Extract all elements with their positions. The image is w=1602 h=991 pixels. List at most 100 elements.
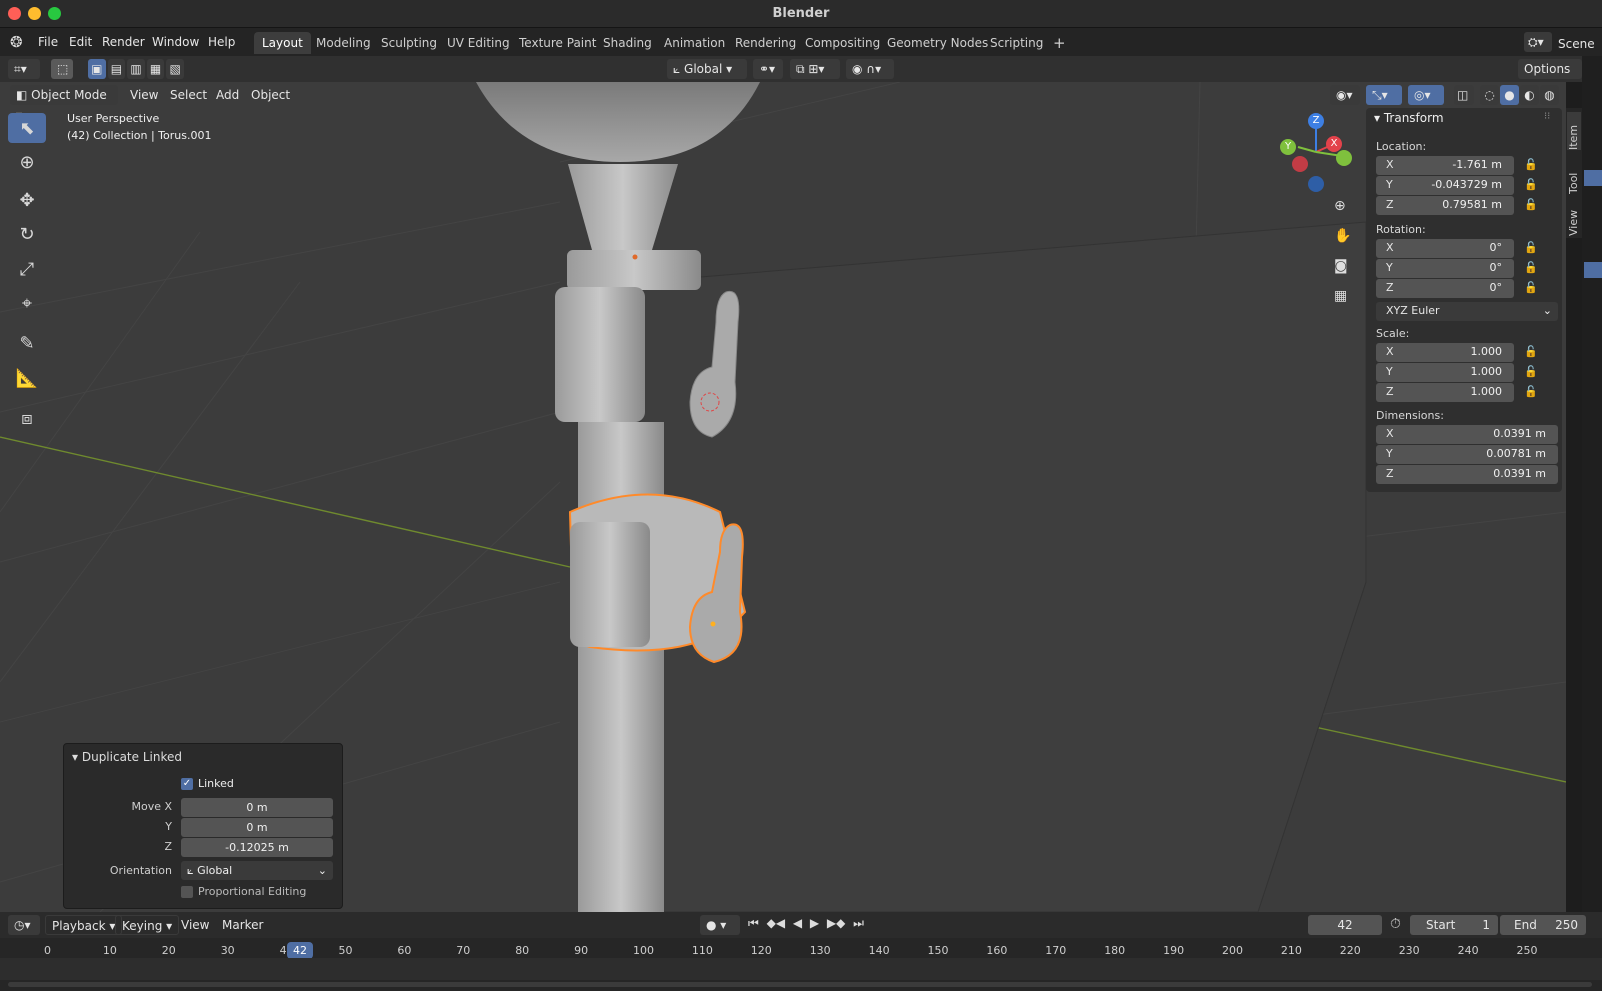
wireframe-shading-icon[interactable]: ◌ [1480,85,1499,105]
tab-geometry-nodes[interactable]: Geometry Nodes [879,32,996,54]
scene-label[interactable]: Scene [1558,37,1595,51]
marker-menu[interactable]: Marker [216,915,269,935]
cursor-icon[interactable]: ⊕ [8,147,46,177]
rotate-icon[interactable]: ↻ [8,219,46,249]
tab-view[interactable]: View [1567,200,1581,236]
scene-selector-icon[interactable]: ⛭▾ [1524,32,1552,52]
location-z-field[interactable]: Z 0.79581 m [1376,196,1514,215]
zoom-icon[interactable]: ⊕ [1334,198,1346,214]
lock-icon[interactable]: 🔓 [1524,261,1538,274]
menu-render[interactable]: Render [96,33,151,51]
blender-logo-icon[interactable]: ❂ [10,33,28,51]
header-add-menu[interactable]: Add [210,85,245,105]
orientation-dropdown[interactable]: ⟀ Global ⌄ [181,861,333,880]
proportional-editing-checkbox[interactable] [181,886,193,898]
menu-edit[interactable]: Edit [63,33,98,51]
redo-panel-header[interactable]: ▾ Duplicate Linked [72,750,182,764]
pan-hand-icon[interactable]: ✋ [1334,228,1351,244]
panel-grip-icon[interactable]: ⁝⁝ [1544,111,1550,122]
scale-x-field[interactable]: X 1.000 [1376,343,1514,362]
object-mode-dropdown[interactable]: ◧ Object Mode ▾ [10,85,118,122]
lock-icon[interactable]: 🔓 [1524,158,1538,171]
tab-scripting[interactable]: Scripting [982,32,1051,54]
pivot-point-icon[interactable]: ⚭▾ [753,59,783,79]
gizmo-z-icon[interactable]: Z [1308,113,1324,129]
tab-layout[interactable]: Layout [254,32,311,54]
lock-icon[interactable]: 🔓 [1524,178,1538,191]
lock-icon[interactable]: 🔓 [1524,385,1538,398]
move-z-field[interactable]: -0.12025 m [181,838,333,857]
select-subtract-icon[interactable]: ▥ [127,59,145,79]
play-icon[interactable]: ▶ [810,916,819,934]
transform-icon[interactable]: ⌖ [8,288,46,318]
next-keyframe-icon[interactable]: ▶◆ [827,916,845,934]
lock-icon[interactable]: 🔓 [1524,365,1538,378]
rendered-shading-icon[interactable]: ◍ [1540,85,1559,105]
gizmo-z-neg-icon[interactable] [1308,176,1324,192]
annotate-icon[interactable]: ✎ [8,328,46,358]
location-x-field[interactable]: X -1.761 m [1376,156,1514,175]
navigation-gizmo[interactable]: Z X Y [1278,112,1358,192]
tab-tool[interactable]: Tool [1567,158,1581,194]
menu-window[interactable]: Window [146,33,205,51]
tab-shading[interactable]: Shading [595,32,660,54]
rotation-mode-dropdown[interactable]: XYZ Euler ⌄ [1376,302,1558,321]
dimensions-x-field[interactable]: X 0.0391 m [1376,425,1558,444]
properties-tab-icon[interactable] [1584,262,1602,278]
menu-file[interactable]: File [32,33,64,51]
rotation-y-field[interactable]: Y 0° [1376,259,1514,278]
scale-z-field[interactable]: Z 1.000 [1376,383,1514,402]
add-workspace-icon[interactable]: + [1045,32,1074,54]
ortho-grid-icon[interactable]: ▦ [1334,288,1347,304]
menu-help[interactable]: Help [202,33,241,51]
select-extend-icon[interactable]: ▤ [107,59,126,79]
options-dropdown[interactable]: Options ▾ [1518,59,1582,96]
tab-compositing[interactable]: Compositing [797,32,888,54]
move-icon[interactable]: ✥ [8,185,46,215]
select-new-icon[interactable]: ▣ [88,59,106,79]
play-reverse-icon[interactable]: ◀ [793,916,802,934]
header-object-menu[interactable]: Object [245,85,296,105]
timeline-track[interactable] [0,958,1602,980]
scale-icon[interactable]: ⤢ [8,254,46,284]
playback-menu[interactable]: Playback ▾ [45,915,123,935]
transform-header[interactable]: ▾ Transform [1374,111,1444,125]
header-view-menu[interactable]: View [124,85,164,105]
solid-shading-icon[interactable]: ● [1500,85,1519,105]
timeline[interactable]: 0102030405060708090100110120130140150160… [0,938,1602,991]
select-tool-icon[interactable]: ⬚ [51,59,73,79]
tab-animation[interactable]: Animation [656,32,733,54]
measure-icon[interactable]: 📐 [8,363,46,393]
move-x-field[interactable]: 0 m [181,798,333,817]
tab-sculpting[interactable]: Sculpting [373,32,445,54]
select-invert-icon[interactable]: ▦ [146,59,165,79]
current-frame-field[interactable]: 42 [1308,915,1382,935]
proportional-editing-icon[interactable]: ◉ ∩▾ [846,59,894,79]
prev-keyframe-icon[interactable]: ◆◀ [767,916,785,934]
select-box-icon[interactable]: ⬉ [8,113,46,143]
record-icon[interactable]: ● ▾ [700,915,740,935]
header-select-menu[interactable]: Select [164,85,213,105]
tab-uv-editing[interactable]: UV Editing [439,32,518,54]
tab-modeling[interactable]: Modeling [308,32,379,54]
tab-item[interactable]: Item [1567,112,1581,150]
timeline-view-menu[interactable]: View [175,915,215,935]
scale-y-field[interactable]: Y 1.000 [1376,363,1514,382]
location-y-field[interactable]: Y -0.043729 m [1376,176,1514,195]
select-intersect-icon[interactable]: ▧ [166,59,184,79]
dimensions-y-field[interactable]: Y 0.00781 m [1376,445,1558,464]
snap-icon[interactable]: ⧉ ⊞▾ [790,59,840,79]
properties-tab-active-icon[interactable] [1584,170,1602,186]
overlay-toggle-icon[interactable]: ◎▾ [1408,85,1444,105]
stopwatch-icon[interactable]: ⏱ [1390,916,1401,932]
timeline-editor-type-icon[interactable]: ◷▾ [8,915,40,935]
material-shading-icon[interactable]: ◐ [1520,85,1539,105]
playhead-indicator[interactable]: 42 [287,942,313,959]
lock-icon[interactable]: 🔓 [1524,345,1538,358]
keying-menu[interactable]: Keying ▾ [115,915,180,935]
lock-icon[interactable]: 🔓 [1524,241,1538,254]
move-y-field[interactable]: 0 m [181,818,333,837]
dimensions-z-field[interactable]: Z 0.0391 m [1376,465,1558,484]
editor-type-icon[interactable]: ⌗▾ [8,59,40,79]
add-cube-icon[interactable]: ⧈ [8,403,46,433]
